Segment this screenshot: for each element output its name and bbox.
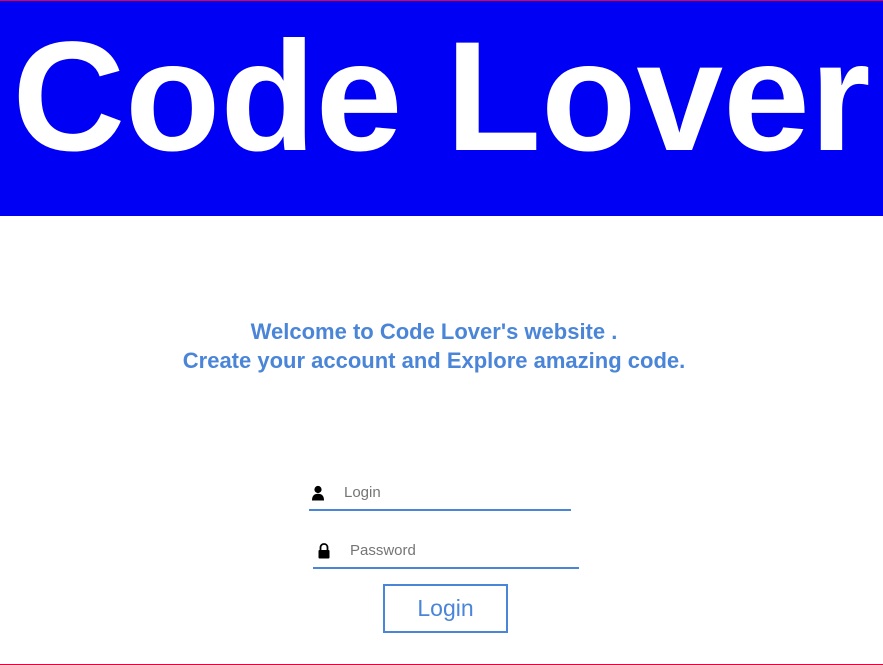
login-input[interactable] — [344, 477, 564, 507]
login-field — [309, 477, 571, 511]
welcome-line-1: Welcome to Code Lover's website . — [250, 319, 618, 344]
password-input[interactable] — [350, 535, 572, 565]
header-banner: Code Lover — [0, 1, 883, 216]
user-icon — [311, 485, 325, 501]
site-title: Code Lover — [12, 10, 871, 184]
page: Code Lover Welcome to Code Lover's websi… — [0, 0, 883, 665]
lock-icon — [317, 543, 331, 559]
password-field — [313, 535, 579, 569]
welcome-message: Welcome to Code Lover's website . Create… — [0, 317, 868, 375]
login-button[interactable]: Login — [383, 584, 508, 633]
welcome-line-2: Create your account and Explore amazing … — [182, 348, 686, 373]
